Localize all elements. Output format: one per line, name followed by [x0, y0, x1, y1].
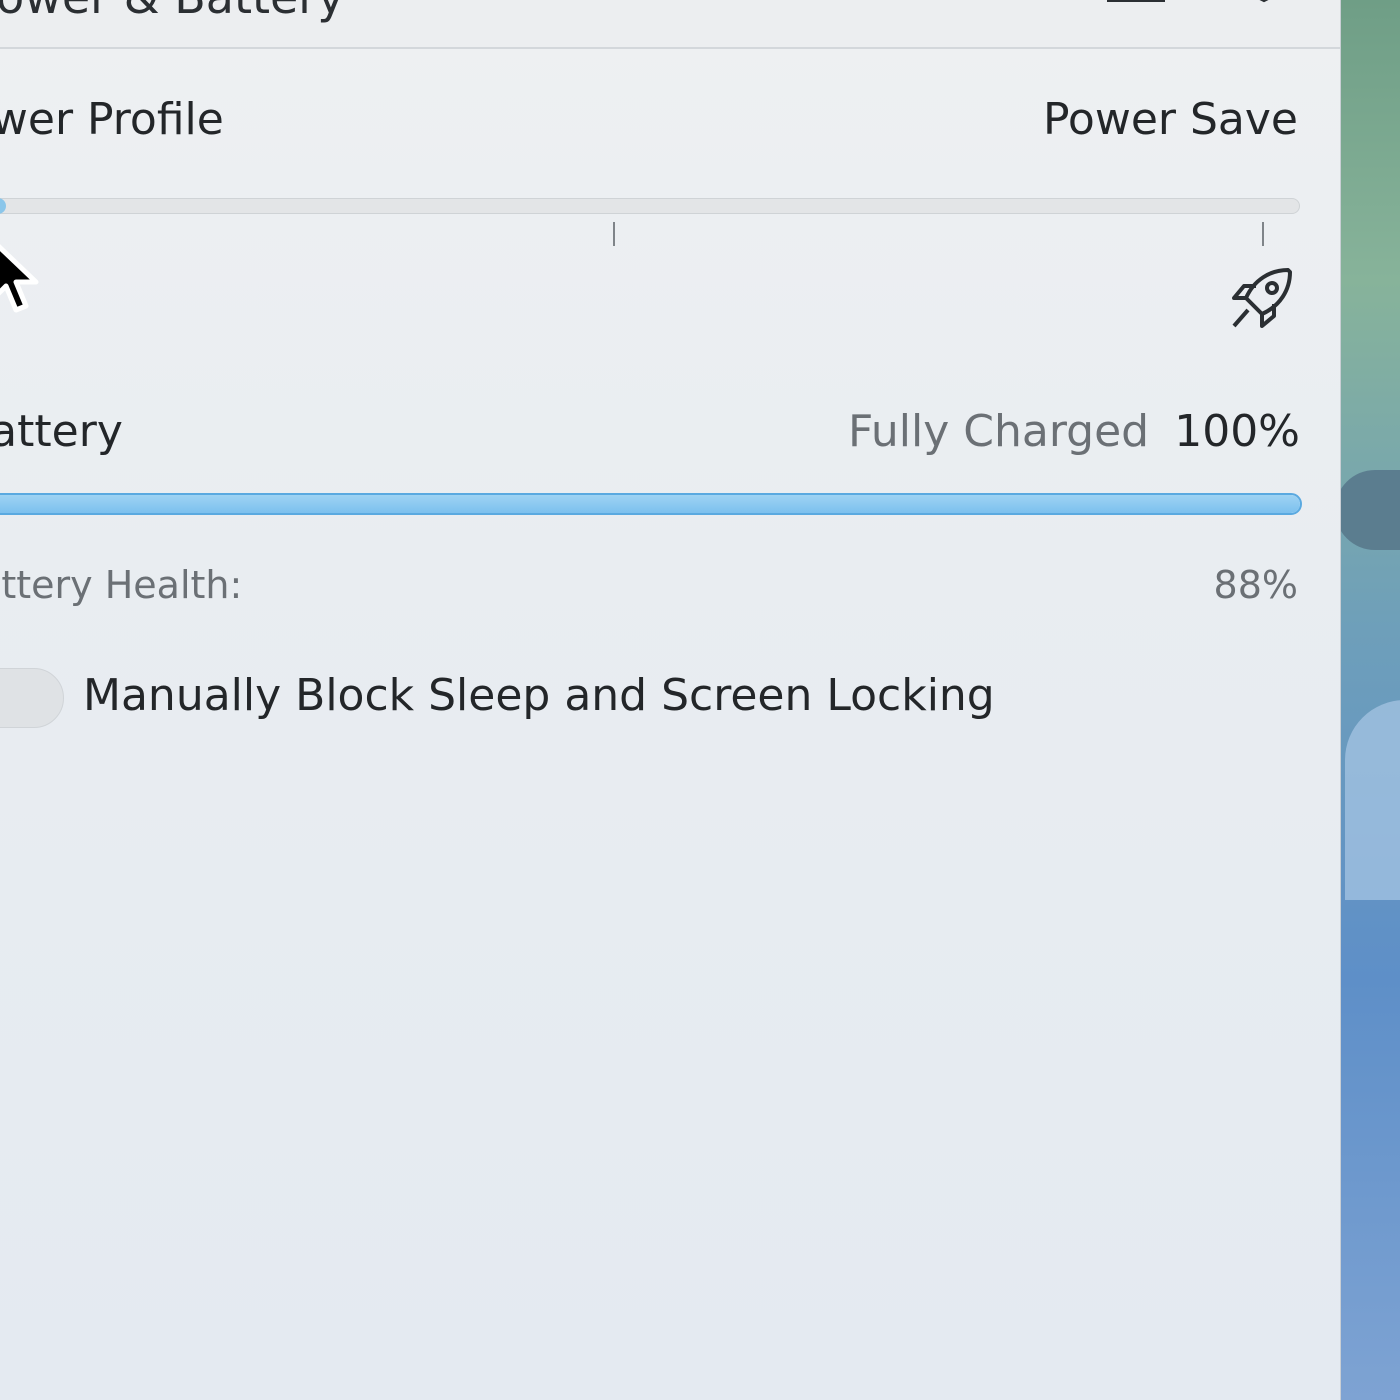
pin-icon[interactable] [1238, 0, 1288, 10]
desktop-wallpaper [1335, 0, 1400, 1400]
popup-header: Power & Battery [0, 0, 1340, 49]
mouse-cursor-icon [0, 244, 39, 313]
battery-status: Fully Charged [848, 406, 1150, 457]
power-profile-value: Power Save [1042, 94, 1298, 145]
power-profile-label: Power Profile [0, 94, 224, 145]
slider-tick [1262, 222, 1264, 246]
display-icon[interactable] [1105, 0, 1169, 10]
battery-charge-fill [0, 495, 1300, 513]
battery-health-label: Battery Health: [0, 563, 243, 607]
rocket-icon [1232, 268, 1292, 328]
wallpaper-shape [1345, 700, 1400, 900]
block-sleep-toggle[interactable] [0, 668, 64, 728]
power-profile-slider[interactable] [0, 198, 1300, 214]
battery-percent: 100% [1174, 406, 1300, 457]
block-sleep-label[interactable]: Manually Block Sleep and Screen Locking [83, 670, 995, 721]
wallpaper-shape [1335, 470, 1400, 550]
slider-tick [613, 222, 615, 246]
battery-label: Battery [0, 406, 123, 457]
battery-health-value: 88% [1213, 563, 1298, 607]
configure-icon[interactable] [975, 0, 1039, 10]
battery-charge-bar [0, 493, 1302, 515]
power-battery-popup: Power & Battery Power Profile Power Save… [0, 0, 1341, 1400]
popup-title: Power & Battery [0, 0, 344, 24]
